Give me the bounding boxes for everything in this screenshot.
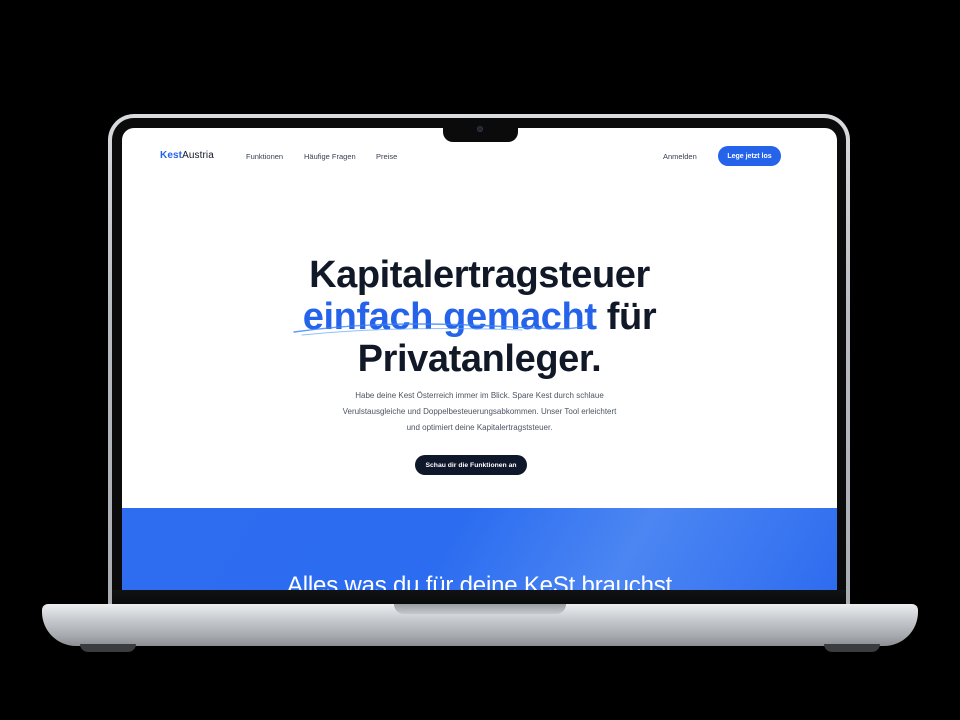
laptop-base-lip [394, 604, 566, 614]
signin-link[interactable]: Anmelden [663, 152, 697, 161]
hero-subtitle-line: und optimiert deine Kapitalertragststeue… [406, 423, 553, 432]
hero-subtitle: Habe deine Kest Österreich immer im Blic… [292, 388, 667, 436]
hero-headline: Kapitalertragsteuer einfach gemacht für … [122, 254, 837, 380]
show-features-button[interactable]: Schau dir die Funktionen an [415, 455, 527, 475]
camera-icon [477, 126, 483, 132]
nav-link-preise[interactable]: Preise [376, 152, 397, 161]
laptop-notch [443, 118, 518, 142]
laptop-screen: KestAustria Funktionen Häufige Fragen Pr… [122, 128, 837, 590]
laptop-foot-right [824, 644, 880, 652]
hero-underline-squiggle [293, 323, 589, 336]
brand-logo[interactable]: KestAustria [160, 150, 214, 161]
hero-subtitle-line: Verulstausgleiche und Doppelbesteuerungs… [342, 407, 617, 416]
nav-link-funktionen[interactable]: Funktionen [246, 152, 283, 161]
nav-link-haeufige-fragen[interactable]: Häufige Fragen [304, 152, 356, 161]
hero-subtitle-line: Habe deine Kest Österreich immer im Blic… [355, 391, 604, 400]
hero-headline-line1: Kapitalertragsteuer [309, 254, 650, 296]
brand-logo-prefix: Kest [160, 150, 183, 161]
features-section: Alles was du für deine KeSt brauchst [122, 508, 837, 590]
get-started-button[interactable]: Lege jetzt los [718, 146, 781, 166]
hero-headline-rest: für [596, 296, 657, 338]
hero-headline-line3: Privatanleger. [357, 338, 602, 380]
brand-logo-suffix: Austria [182, 150, 214, 161]
features-title: Alles was du für deine KeSt brauchst [286, 572, 672, 590]
laptop-foot-left [80, 644, 136, 652]
